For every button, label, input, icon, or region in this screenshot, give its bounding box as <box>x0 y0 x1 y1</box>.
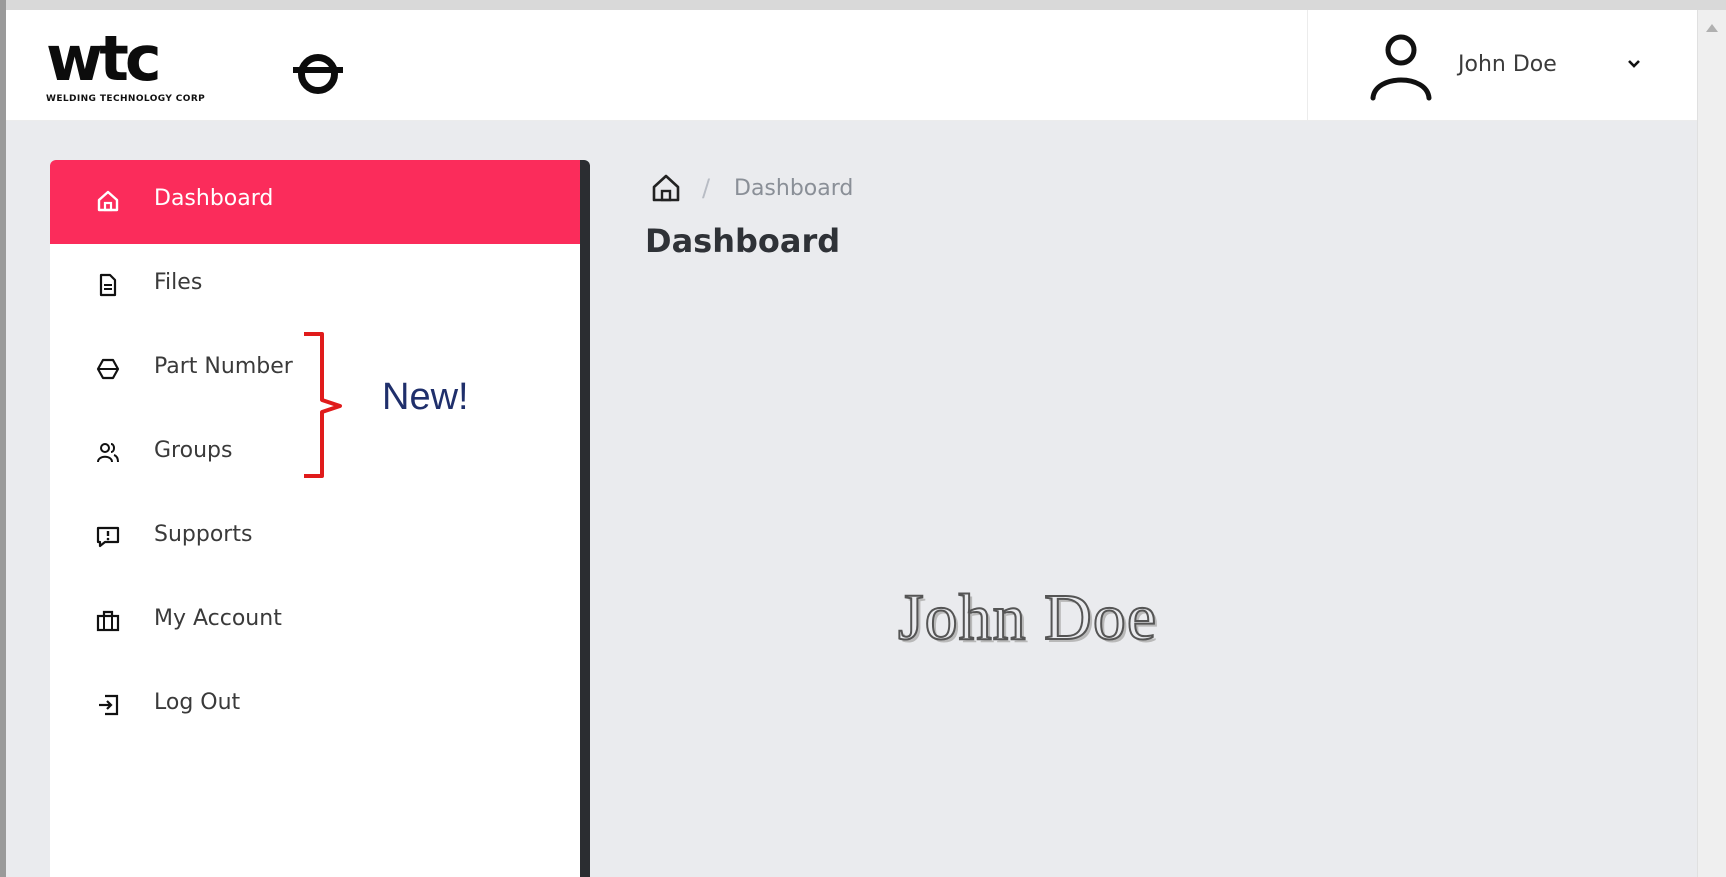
file-icon <box>99 273 117 297</box>
logo-subtitle: WELDING TECHNOLOGY CORP <box>46 94 206 104</box>
hexagon-icon <box>96 358 120 380</box>
briefcase-icon <box>96 610 120 632</box>
sidebar: Dashboard Files Part Number Groups Suppo… <box>50 160 590 877</box>
sidebar-item-label: Dashboard <box>154 186 274 211</box>
sidebar-item-label: Part Number <box>154 354 293 379</box>
user-signature: John Doe <box>897 580 1158 655</box>
top-header: wtc WELDING TECHNOLOGY CORP John Doe <box>6 10 1698 121</box>
user-menu[interactable]: John Doe <box>1307 10 1698 120</box>
sidebar-item-label: Supports <box>154 522 253 547</box>
scroll-up-arrow-icon[interactable] <box>1706 24 1718 32</box>
new-annotation-label: New! <box>382 376 469 418</box>
window-frame-left <box>0 0 6 877</box>
home-icon <box>97 190 119 212</box>
sidebar-item-supports[interactable]: Supports <box>50 496 580 580</box>
page-title: Dashboard <box>645 222 841 260</box>
wtco-logo[interactable]: wtc WELDING TECHNOLOGY CORP <box>46 24 366 110</box>
users-icon <box>97 443 119 463</box>
logout-icon <box>99 694 119 716</box>
sidebar-item-label: Files <box>154 270 203 295</box>
sidebar-item-label: Log Out <box>154 690 241 715</box>
window-frame-top <box>0 0 1726 10</box>
sidebar-item-label: My Account <box>154 606 282 631</box>
sidebar-item-my-account[interactable]: My Account <box>50 580 580 664</box>
sidebar-item-files[interactable]: Files <box>50 244 580 328</box>
sidebar-item-label: Groups <box>154 438 233 463</box>
breadcrumb-current: Dashboard <box>734 176 854 201</box>
logo-ring <box>298 54 338 94</box>
message-alert-icon <box>96 526 120 548</box>
breadcrumb-separator: / <box>702 174 711 202</box>
new-items-bracket <box>304 332 342 478</box>
chevron-down-icon[interactable] <box>1628 58 1640 70</box>
logo-wordmark: wtc <box>46 22 162 95</box>
logo-bar <box>293 67 343 73</box>
home-icon[interactable] <box>650 172 682 204</box>
user-icon <box>1370 34 1432 101</box>
vertical-scrollbar[interactable] <box>1697 10 1726 877</box>
user-name: John Doe <box>1458 52 1557 77</box>
sidebar-item-dashboard[interactable]: Dashboard <box>50 160 580 244</box>
sidebar-item-log-out[interactable]: Log Out <box>50 664 580 748</box>
